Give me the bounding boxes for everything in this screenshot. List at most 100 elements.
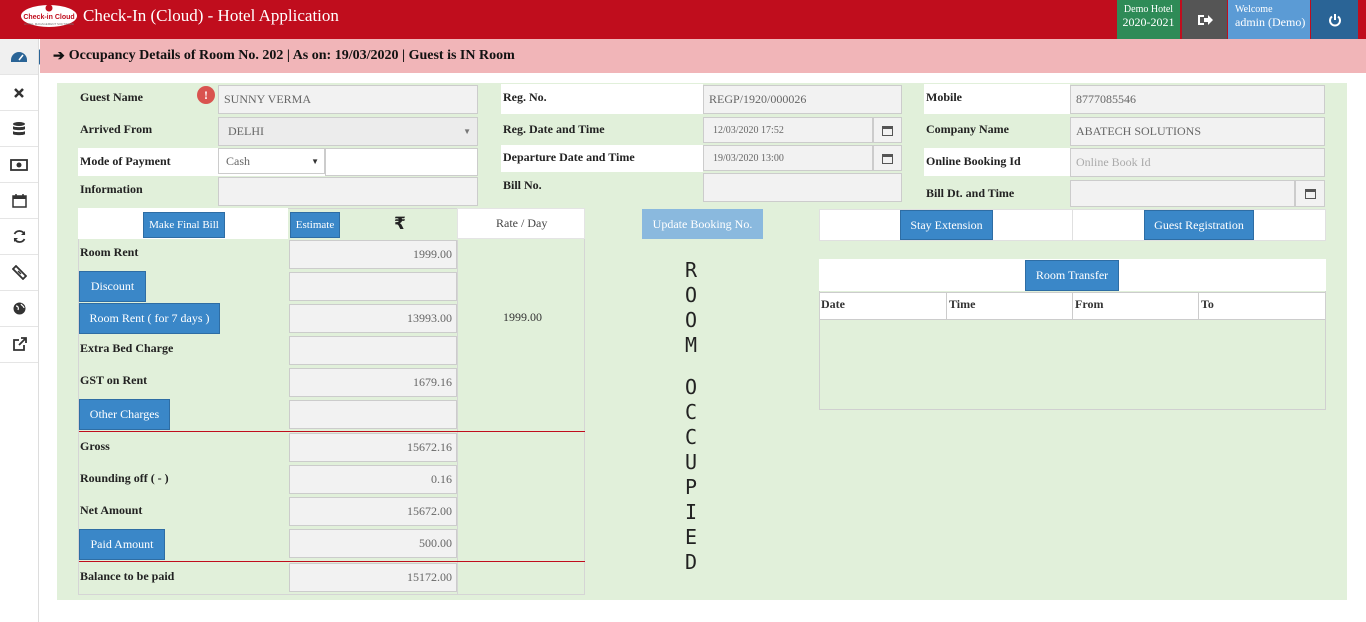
mobile-label: Mobile [926,90,962,104]
other-charges-input[interactable] [289,400,457,429]
bill-no-input[interactable] [703,173,902,202]
status-letter: U [684,450,698,474]
globe-icon [13,302,25,315]
top-bar: Check-in Cloud HOTEL MANAGEMENT SOFTWARE… [0,0,1366,39]
discount-input[interactable] [289,272,457,301]
status-letter: C [684,400,698,424]
sidebar-item-dashboard[interactable] [0,39,38,75]
payment-extra-field[interactable] [325,148,478,176]
rounding-input[interactable]: 0.16 [289,465,457,494]
status-letter: D [684,550,698,574]
status-letter [683,358,699,375]
reg-datetime-calendar-button[interactable] [873,117,902,143]
guest-name-input[interactable]: SUNNY VERMA [218,85,478,114]
database-icon [13,121,25,135]
reg-datetime-input[interactable]: 12/03/2020 17:52 [703,117,873,143]
hotel-selector[interactable]: Demo Hotel 2020-2021 [1117,0,1180,39]
online-booking-input[interactable]: Online Book Id [1070,148,1325,177]
reg-no-input[interactable]: REGP/1920/000026 [703,85,902,114]
balance-label: Balance to be paid [80,569,175,583]
arrived-from-select[interactable]: DELHI ▼ [218,117,478,146]
departure-calendar-button[interactable] [873,145,902,171]
balance-input[interactable]: 15172.00 [289,563,457,592]
sidebar-item-database[interactable] [0,111,38,147]
alert-icon[interactable]: ! [197,86,215,104]
column-header-from: From [1072,293,1198,319]
external-link-icon [12,337,27,351]
gst-input[interactable]: 1679.16 [289,368,457,397]
sidebar-item-money[interactable] [0,147,38,183]
calendar-icon [882,125,893,136]
room-rent-input[interactable]: 1999.00 [289,240,457,269]
payment-mode-value: Cash [226,153,250,168]
user-menu[interactable]: Welcome admin (Demo) [1228,0,1310,39]
estimate-button[interactable]: Estimate [290,212,340,238]
net-amount-input[interactable]: 15672.00 [289,497,457,526]
online-booking-label: Online Booking Id [926,154,1021,168]
room-rent-days-button[interactable]: Room Rent ( for 7 days ) [79,303,220,334]
mobile-input[interactable]: 8777085546 [1070,85,1325,114]
close-icon [14,87,24,98]
rounding-label: Rounding off ( - ) [80,471,169,485]
occupancy-header: ➔ Occupancy Details of Room No. 202 | As… [40,39,1366,73]
column-header-date: Date [821,297,845,311]
chevron-down-icon: ▼ [311,156,319,166]
sidebar-item-globe[interactable] [0,291,38,327]
occupancy-title: Occupancy Details of Room No. 202 | As o… [68,48,515,63]
room-transfer-button[interactable]: Room Transfer [1025,260,1119,291]
extra-bed-label: Extra Bed Charge [80,341,174,355]
power-icon [1328,13,1341,26]
status-letter: O [684,283,698,307]
room-rent-days-input[interactable]: 13993.00 [289,304,457,333]
sidebar-item-external[interactable] [0,327,38,363]
status-letter: O [684,308,698,332]
sidebar-item-calendar[interactable] [0,183,38,219]
room-rent-label: Room Rent [80,245,139,259]
arrived-from-label: Arrived From [80,122,153,136]
gross-input[interactable]: 15672.16 [289,433,457,462]
signout-button[interactable] [1182,0,1227,39]
status-letter: E [684,525,698,549]
departure-datetime-input[interactable]: 19/03/2020 13:00 [703,145,873,171]
power-button[interactable] [1311,0,1358,39]
paid-amount-button[interactable]: Paid Amount [79,529,165,560]
extra-bed-input[interactable] [289,336,457,365]
ticket-icon [11,265,27,280]
rupee-icon: ₹ [394,214,406,234]
app-logo: Check-in Cloud HOTEL MANAGEMENT SOFTWARE [21,4,77,27]
discount-button[interactable]: Discount [79,271,146,302]
divider [1072,209,1073,241]
make-final-bill-button[interactable]: Make Final Bill [143,212,225,238]
company-name-input[interactable]: ABATECH SOLUTIONS [1070,117,1325,146]
sidebar-item-refresh[interactable] [0,219,38,255]
separator-line [79,431,585,432]
reg-no-label: Reg. No. [503,90,547,104]
svg-text:HOTEL MANAGEMENT SOFTWARE: HOTEL MANAGEMENT SOFTWARE [24,22,74,26]
sidebar [0,39,39,622]
calendar-icon [1304,189,1316,199]
other-charges-button[interactable]: Other Charges [79,399,170,430]
rate-day-value: 1999.00 [503,310,542,324]
stay-extension-button[interactable]: Stay Extension [900,210,993,240]
bill-no-label: Bill No. [503,178,542,192]
sidebar-item-close[interactable] [0,75,38,111]
dashboard-icon [11,51,27,62]
update-booking-button[interactable]: Update Booking No. [642,209,763,239]
payment-mode-select[interactable]: Cash ▼ [218,148,325,174]
online-booking-placeholder: Online Book Id [1076,155,1151,169]
paid-amount-input[interactable]: 500.00 [289,529,457,558]
guest-registration-button[interactable]: Guest Registration [1144,210,1254,240]
payment-mode-label: Mode of Payment [80,154,171,168]
status-letter: O [684,375,698,399]
rate-column [457,240,585,595]
information-input[interactable] [218,177,478,206]
bill-datetime-input[interactable] [1070,180,1295,207]
fiscal-year: 2020-2021 [1122,15,1175,29]
column-header-to: To [1198,293,1325,319]
signout-icon [1197,14,1213,25]
money-icon [10,158,28,171]
calendar-icon [882,153,893,164]
sidebar-item-ticket[interactable] [0,255,38,291]
status-letter: M [684,333,698,357]
bill-datetime-calendar-button[interactable] [1295,180,1325,207]
